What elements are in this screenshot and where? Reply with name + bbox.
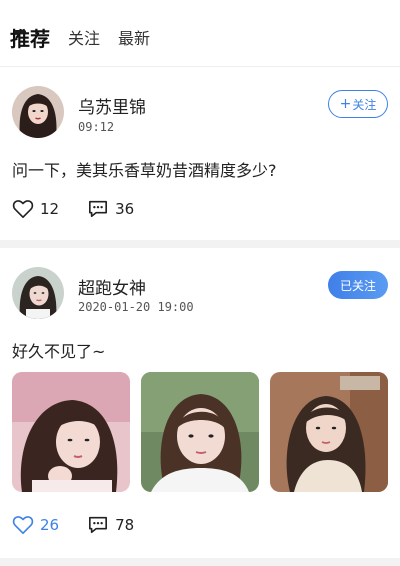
user-name[interactable]: 乌苏里锦 [78, 93, 146, 118]
plus-icon: + [339, 96, 352, 112]
comment-button[interactable]: 36 [87, 199, 134, 219]
photo-3-icon [270, 372, 388, 492]
feed-tabs: 推荐 关注 最新 [10, 26, 168, 58]
post-separator [0, 240, 400, 248]
like-button[interactable]: 26 [12, 515, 59, 535]
post-text: 问一下，美其乐香草奶昔酒精度多少? [12, 161, 277, 180]
avatar[interactable] [12, 267, 64, 319]
avatar[interactable] [12, 86, 64, 138]
like-count: 12 [40, 200, 60, 218]
comment-icon [89, 516, 108, 534]
comment-button[interactable]: 78 [87, 515, 134, 535]
tab-following[interactable]: 关注 [68, 26, 100, 52]
avatar-photo-icon [12, 86, 64, 138]
follow-label: 关注 [352, 97, 377, 112]
post-photo[interactable] [141, 372, 259, 492]
like-button[interactable]: 12 [12, 199, 59, 219]
post-photo[interactable] [270, 372, 388, 492]
post-time: 09:12 [78, 120, 115, 134]
post-photo[interactable] [12, 372, 130, 492]
header-divider [0, 66, 400, 67]
photo-1-icon [12, 372, 130, 492]
follow-button[interactable]: + 关注 [328, 90, 388, 118]
photo-2-icon [141, 372, 259, 492]
heart-icon [12, 516, 34, 534]
follow-label: 已关注 [339, 278, 376, 293]
post-text: 好久不见了~ [12, 342, 106, 361]
photo-grid [12, 372, 388, 492]
user-name[interactable]: 超跑女神 [78, 274, 146, 299]
comment-icon [89, 200, 108, 218]
post-actions: 12 36 [12, 199, 162, 219]
like-count: 26 [40, 516, 60, 534]
post-separator [0, 558, 400, 566]
tab-active-indicator [14, 30, 26, 34]
tab-latest[interactable]: 最新 [118, 26, 150, 52]
comment-count: 36 [115, 200, 135, 218]
following-button[interactable]: 已关注 [328, 271, 388, 299]
comment-count: 78 [115, 516, 135, 534]
post-actions: 26 78 [12, 515, 162, 535]
heart-icon [12, 200, 34, 218]
post-time: 2020-01-20 19:00 [78, 300, 194, 314]
avatar-photo-icon [12, 267, 64, 319]
